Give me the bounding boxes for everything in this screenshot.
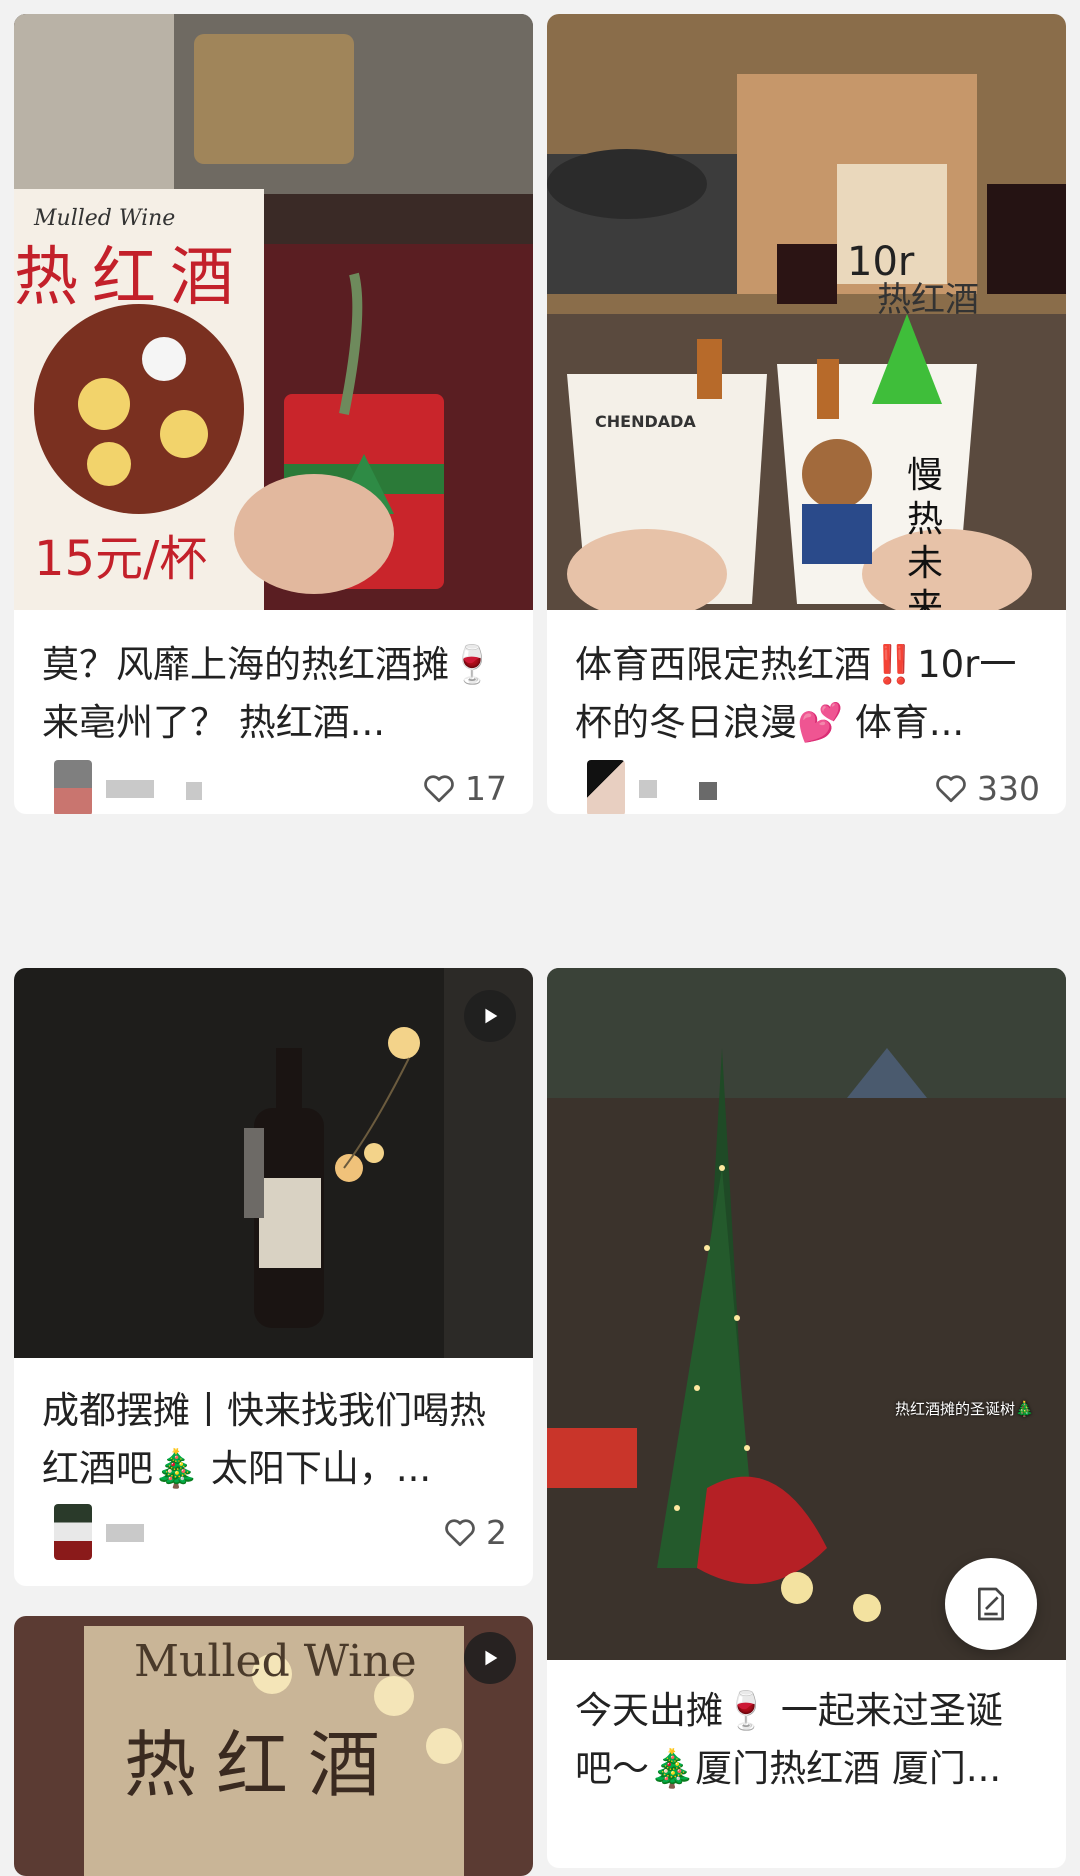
avatar[interactable] bbox=[54, 1504, 92, 1560]
cup-text: CHENDADA bbox=[595, 412, 696, 431]
like-button[interactable]: 17 bbox=[421, 766, 507, 810]
post-title[interactable]: 体育西限定热红酒‼️10r一杯的冬日浪漫💕 体育... bbox=[575, 636, 1038, 752]
post-thumbnail[interactable] bbox=[14, 968, 533, 1358]
author-name-redacted bbox=[106, 1524, 144, 1542]
sign-price-text: 15元/杯 bbox=[34, 531, 208, 587]
like-button[interactable]: 330 bbox=[933, 766, 1040, 810]
wine-bottle-night-photo bbox=[14, 968, 533, 1358]
avatar[interactable] bbox=[587, 760, 625, 814]
mulled-wine-stall-photo bbox=[547, 14, 1066, 610]
post-card-3[interactable]: 成都摆摊丨快来找我们喝热红酒吧🎄 太阳下山，... 2 bbox=[14, 968, 533, 1586]
photo-caption: 热红酒摊的圣诞树🎄 bbox=[895, 1400, 1034, 1418]
heart-outline-icon bbox=[445, 1519, 475, 1547]
post-thumbnail[interactable]: Mulled Wine 热红酒 15元/杯 bbox=[14, 14, 533, 610]
post-title[interactable]: 今天出摊🍷 一起来过圣诞吧～🎄厦门热红酒 厦门... bbox=[575, 1682, 1038, 1798]
compose-button[interactable] bbox=[945, 1558, 1037, 1650]
sign-chinese-text: 热红酒 bbox=[877, 280, 979, 320]
post-card-4[interactable]: 热红酒摊的圣诞树🎄 今天出摊🍷 一起来过圣诞吧～🎄厦门热红酒 厦门... bbox=[547, 968, 1066, 1868]
avatar[interactable] bbox=[54, 760, 92, 814]
post-title[interactable]: 成都摆摊丨快来找我们喝热红酒吧🎄 太阳下山，... bbox=[42, 1382, 505, 1498]
author-name-redacted bbox=[699, 782, 717, 800]
post-author-row: 2 bbox=[54, 1504, 507, 1560]
play-icon bbox=[485, 1008, 498, 1024]
like-count: 330 bbox=[977, 768, 1040, 808]
post-card-1[interactable]: Mulled Wine 热红酒 15元/杯 莫？风靡上海的热红酒摊🍷来亳州了？ … bbox=[14, 14, 533, 814]
like-button[interactable]: 2 bbox=[442, 1510, 507, 1554]
like-count: 2 bbox=[486, 1512, 507, 1552]
video-play-badge[interactable] bbox=[464, 1632, 516, 1684]
author-name-redacted bbox=[106, 780, 154, 798]
post-author-row: 17 bbox=[54, 760, 507, 814]
cup-chinese-text: 慢热未来 bbox=[907, 455, 944, 610]
post-title[interactable]: 莫？风靡上海的热红酒摊🍷来亳州了？ 热红酒... bbox=[42, 636, 505, 752]
post-author-row: 330 bbox=[587, 760, 1040, 814]
compose-icon bbox=[978, 1587, 1004, 1621]
post-card-2[interactable]: 10r 热红酒 CHENDADA 慢热未来 体育西限定热红酒‼️10r一杯的冬日… bbox=[547, 14, 1066, 814]
play-icon bbox=[485, 1650, 498, 1666]
author-name-redacted bbox=[639, 780, 657, 798]
post-thumbnail[interactable]: Mulled Wine 热红酒 bbox=[14, 1616, 533, 1876]
like-count: 17 bbox=[465, 768, 507, 808]
christmas-tree-campsite-photo bbox=[547, 968, 1066, 1660]
post-card-5[interactable]: Mulled Wine 热红酒 bbox=[14, 1616, 533, 1876]
sign-english-text: Mulled Wine bbox=[134, 1636, 417, 1687]
video-play-badge[interactable] bbox=[464, 990, 516, 1042]
author-name-redacted bbox=[186, 782, 202, 800]
sign-chinese-text: 热红酒 bbox=[14, 241, 248, 315]
heart-outline-icon bbox=[424, 775, 454, 803]
post-thumbnail[interactable]: 热红酒摊的圣诞树🎄 bbox=[547, 968, 1066, 1660]
sign-chinese-text: 热红酒 bbox=[124, 1723, 401, 1807]
heart-outline-icon bbox=[936, 775, 966, 803]
post-thumbnail[interactable]: 10r 热红酒 CHENDADA 慢热未来 bbox=[547, 14, 1066, 610]
